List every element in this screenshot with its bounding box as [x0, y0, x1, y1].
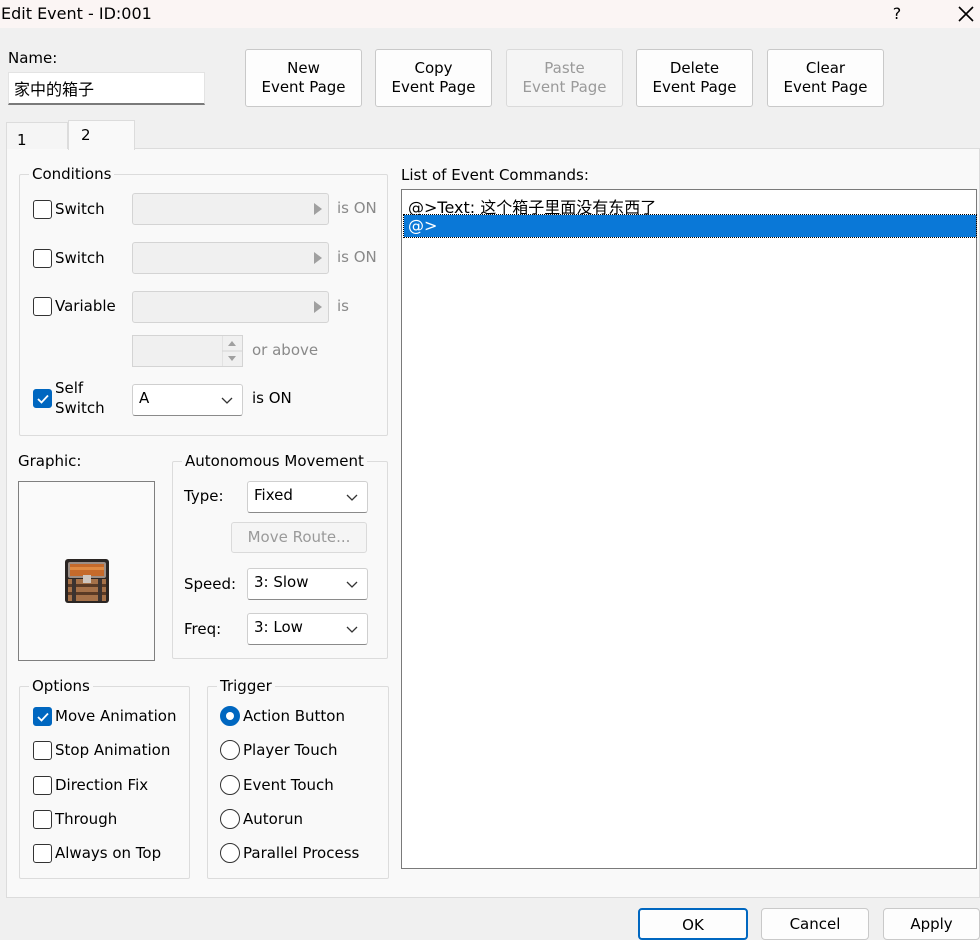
delete-event-page-button[interactable]: Delete Event Page: [636, 49, 753, 107]
graphic-label: Graphic:: [18, 452, 82, 470]
chevron-down-icon: [221, 397, 233, 404]
option-stop-animation-label: Stop Animation: [55, 741, 171, 759]
switch1-suffix: is ON: [337, 199, 377, 217]
name-input[interactable]: 家中的箱子: [8, 72, 205, 105]
name-label: Name:: [8, 49, 58, 67]
variable-checkbox[interactable]: [33, 297, 52, 316]
trigger-autorun-label: Autorun: [243, 810, 304, 828]
event-commands-label: List of Event Commands:: [401, 166, 589, 184]
variable-value-spinner[interactable]: [132, 335, 243, 367]
select-arrow-icon: [314, 301, 322, 313]
trigger-event-touch-radio[interactable]: [220, 775, 240, 795]
paste-event-page-button[interactable]: Paste Event Page: [506, 49, 623, 107]
self-switch-label-line1: Self: [55, 379, 84, 397]
select-arrow-icon: [314, 252, 322, 264]
checkmark-icon: [36, 394, 49, 404]
self-switch-suffix: is ON: [252, 389, 292, 407]
autonomous-movement-title: Autonomous Movement: [182, 452, 367, 470]
help-button[interactable]: ?: [886, 2, 908, 26]
close-button[interactable]: [952, 0, 980, 28]
delete-page-line1: Delete: [669, 59, 720, 77]
paste-page-line1: Paste: [544, 59, 585, 77]
switch2-select[interactable]: [132, 242, 329, 274]
checkmark-icon: [36, 712, 49, 722]
freq-value: 3: Low: [254, 618, 303, 636]
trigger-action-button-label: Action Button: [243, 707, 345, 725]
new-page-line2: Event Page: [261, 78, 346, 96]
trigger-action-button-radio[interactable]: [220, 706, 240, 726]
tab-page-1[interactable]: 1: [6, 122, 68, 149]
variable-select[interactable]: [132, 291, 329, 323]
new-page-line1: New: [287, 59, 320, 77]
option-direction-fix-checkbox[interactable]: [33, 776, 52, 795]
option-direction-fix-label: Direction Fix: [55, 776, 149, 794]
copy-page-line2: Event Page: [391, 78, 476, 96]
clear-event-page-button[interactable]: Clear Event Page: [767, 49, 884, 107]
freq-select[interactable]: 3: Low: [247, 613, 368, 645]
self-switch-select[interactable]: A: [132, 384, 243, 416]
option-always-on-top-checkbox[interactable]: [33, 844, 52, 863]
option-stop-animation-checkbox[interactable]: [33, 741, 52, 760]
paste-page-line2: Event Page: [522, 78, 607, 96]
event-command-row[interactable]: @>: [403, 214, 977, 238]
window-title: Edit Event - ID:001: [1, 4, 152, 23]
self-switch-label: Self Switch: [55, 378, 105, 418]
cancel-button[interactable]: Cancel: [761, 908, 869, 940]
trigger-title: Trigger: [217, 677, 275, 695]
spinner-arrows-icon: [222, 336, 242, 366]
copy-page-line1: Copy: [414, 59, 453, 77]
chevron-down-icon: [346, 494, 358, 501]
select-arrow-icon: [314, 203, 322, 215]
tab-page-2[interactable]: 2: [68, 120, 135, 150]
switch1-select[interactable]: [132, 193, 329, 225]
option-move-animation-checkbox[interactable]: [33, 707, 52, 726]
option-through-label: Through: [55, 810, 118, 828]
options-title: Options: [29, 677, 93, 695]
move-route-button[interactable]: Move Route...: [231, 522, 367, 553]
speed-label: Speed:: [184, 575, 237, 593]
clear-page-line2: Event Page: [783, 78, 868, 96]
chevron-down-icon: [346, 581, 358, 588]
freq-label: Freq:: [184, 620, 222, 638]
type-label: Type:: [184, 487, 224, 505]
speed-value: 3: Slow: [254, 573, 309, 591]
event-commands-list[interactable]: @>Text: 这个箱子里面没有东西了 @>: [401, 189, 977, 869]
switch1-checkbox[interactable]: [33, 200, 52, 219]
conditions-title: Conditions: [29, 165, 115, 183]
event-command-row[interactable]: @>Text: 这个箱子里面没有东西了: [404, 193, 976, 217]
graphic-preview[interactable]: [18, 481, 155, 661]
switch2-suffix: is ON: [337, 248, 377, 266]
trigger-parallel-process-label: Parallel Process: [243, 844, 360, 862]
switch1-label: Switch: [55, 200, 105, 218]
trigger-parallel-process-radio[interactable]: [220, 843, 240, 863]
treasure-chest-icon: [65, 559, 109, 603]
switch2-checkbox[interactable]: [33, 249, 52, 268]
self-switch-value: A: [139, 389, 150, 407]
trigger-player-touch-radio[interactable]: [220, 740, 240, 760]
variable-or-above: or above: [252, 341, 319, 359]
option-always-on-top-label: Always on Top: [55, 844, 162, 862]
switch2-label: Switch: [55, 249, 105, 267]
chevron-down-icon: [346, 626, 358, 633]
close-icon: [958, 6, 974, 22]
type-select[interactable]: Fixed: [247, 481, 368, 513]
trigger-autorun-radio[interactable]: [220, 809, 240, 829]
apply-button[interactable]: Apply: [883, 908, 980, 940]
trigger-player-touch-label: Player Touch: [243, 741, 338, 759]
self-switch-checkbox[interactable]: [33, 389, 52, 408]
new-event-page-button[interactable]: New Event Page: [245, 49, 362, 107]
self-switch-label-line2: Switch: [55, 399, 105, 417]
clear-page-line1: Clear: [805, 59, 846, 77]
copy-event-page-button[interactable]: Copy Event Page: [375, 49, 492, 107]
variable-suffix: is: [337, 297, 349, 315]
type-value: Fixed: [254, 486, 293, 504]
trigger-event-touch-label: Event Touch: [243, 776, 334, 794]
ok-button[interactable]: OK: [638, 908, 748, 940]
speed-select[interactable]: 3: Slow: [247, 568, 368, 600]
option-through-checkbox[interactable]: [33, 810, 52, 829]
delete-page-line2: Event Page: [652, 78, 737, 96]
variable-label: Variable: [55, 297, 116, 315]
option-move-animation-label: Move Animation: [55, 707, 177, 725]
